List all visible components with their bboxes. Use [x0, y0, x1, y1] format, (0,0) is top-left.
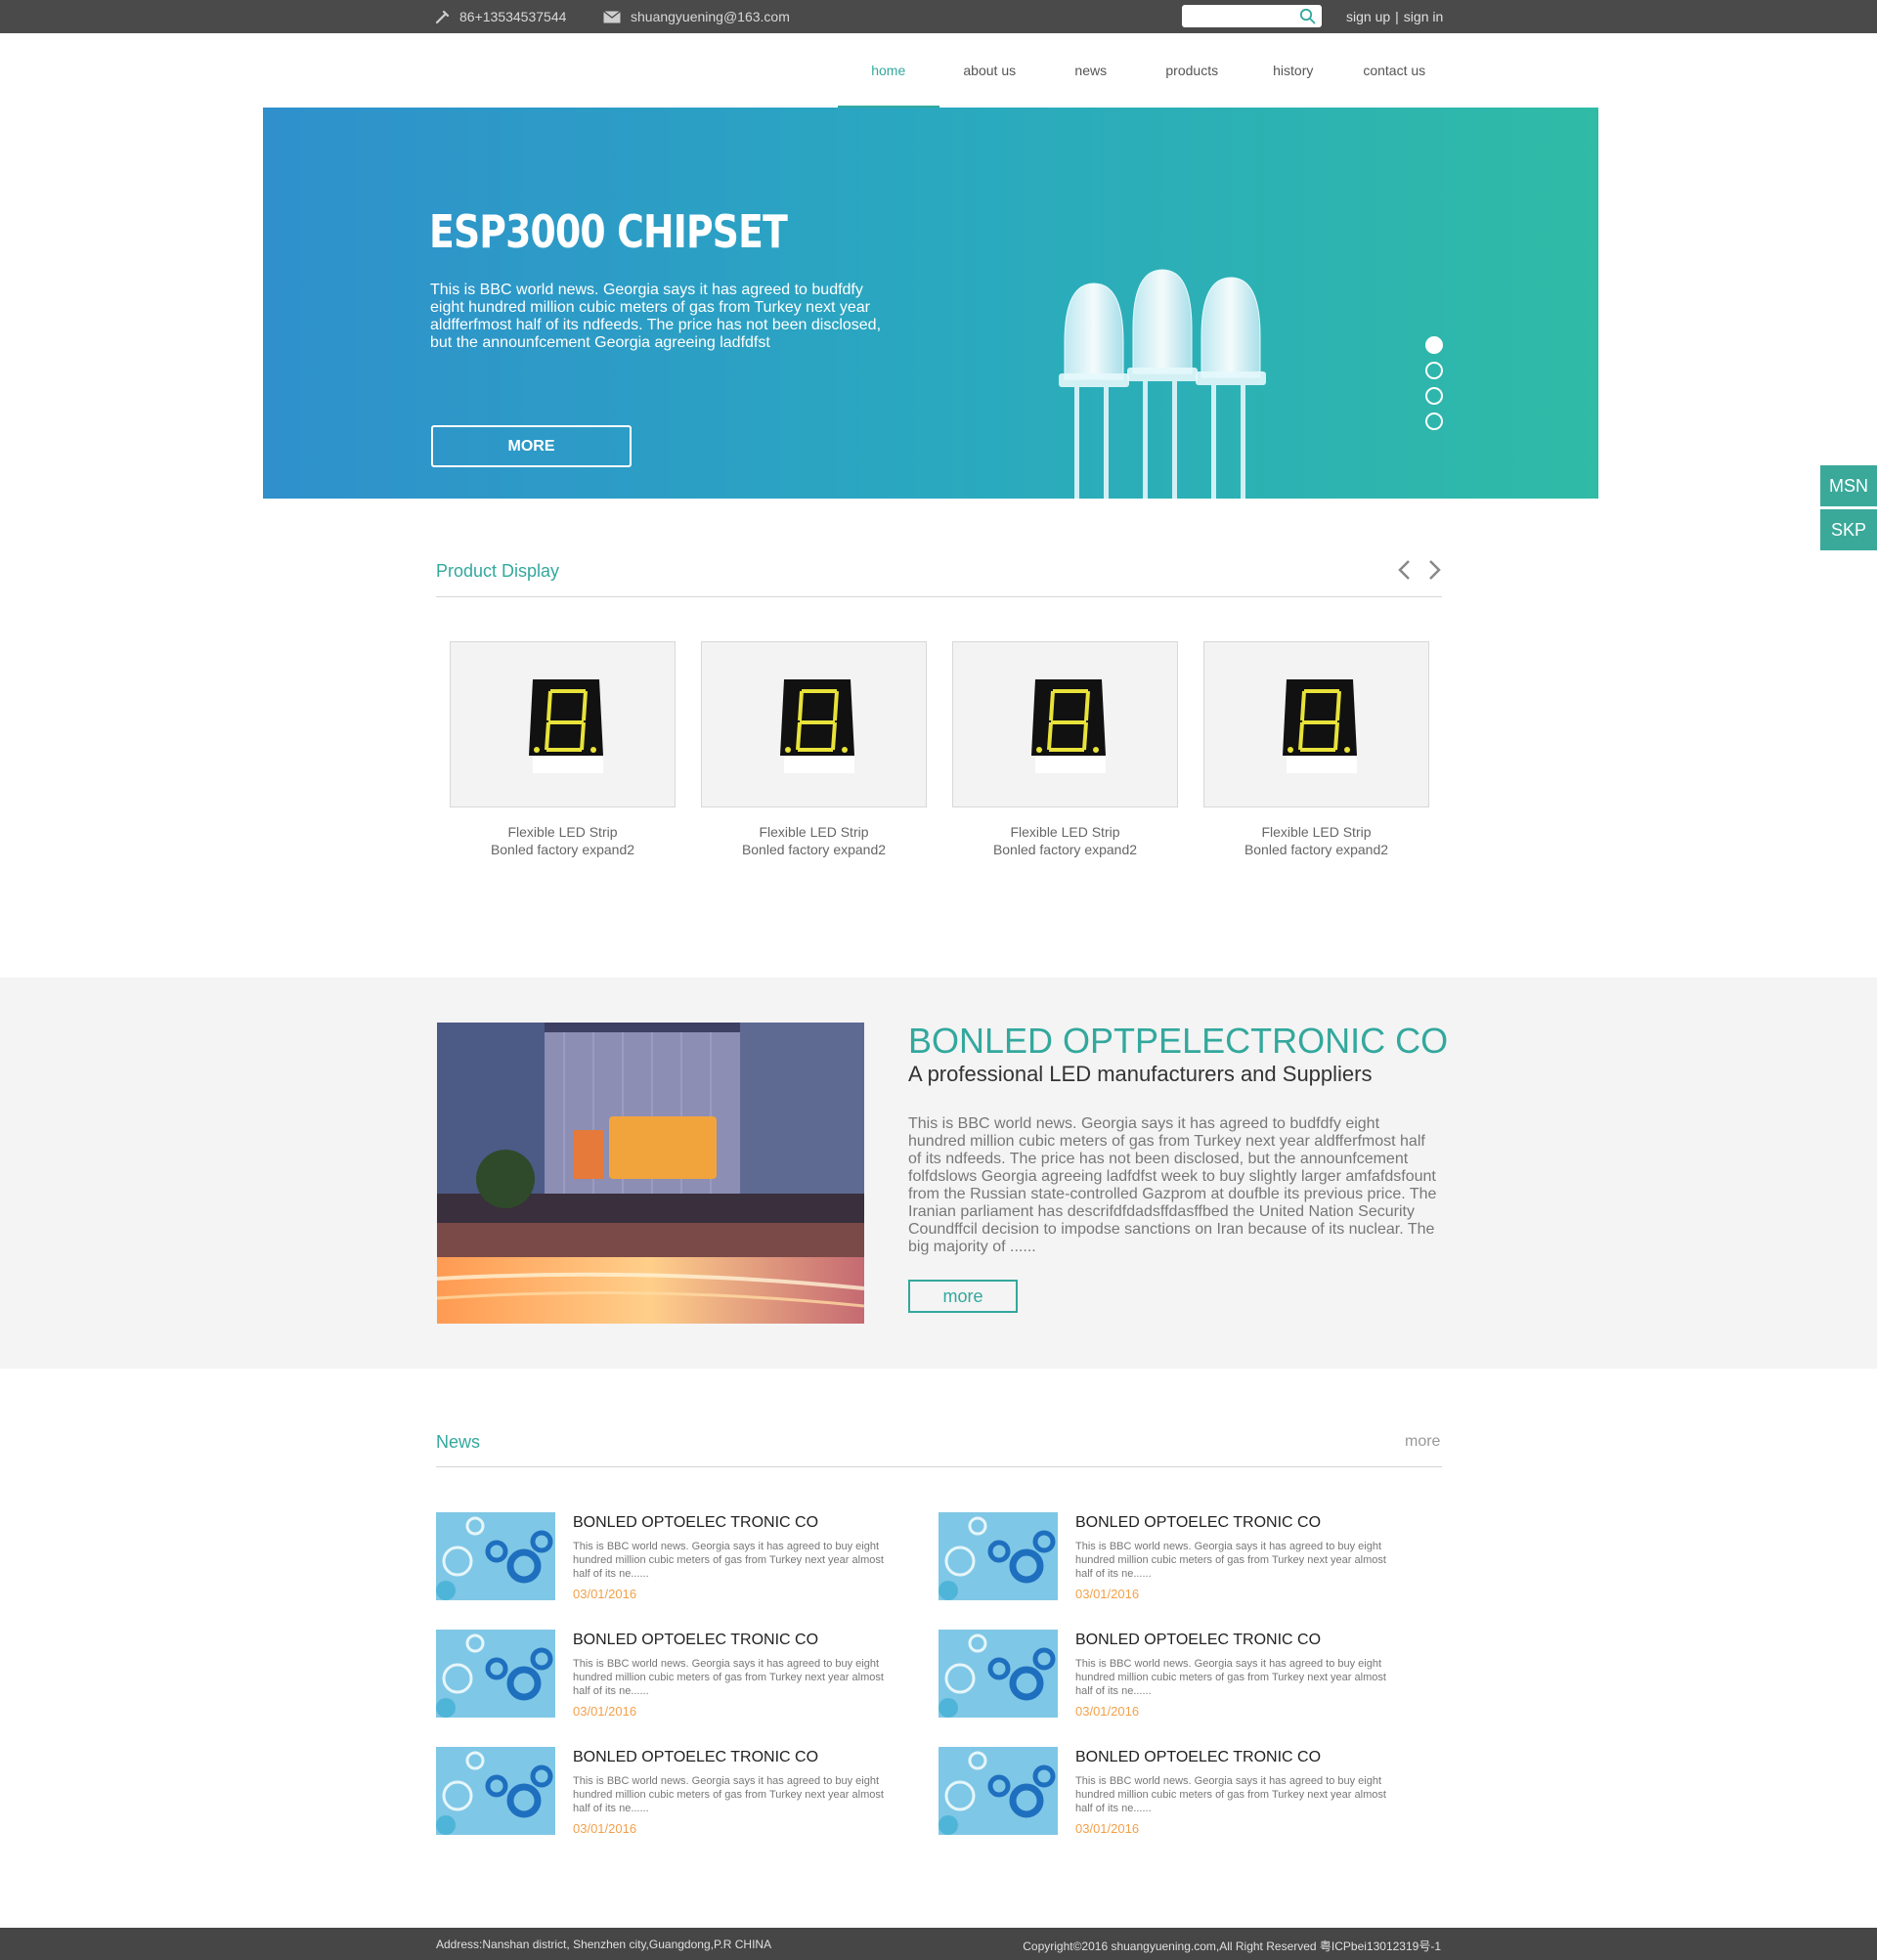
- product-name: Flexible LED Strip: [507, 824, 618, 840]
- nav-news[interactable]: news: [1040, 33, 1142, 108]
- led-3: [1196, 277, 1266, 499]
- news-item[interactable]: BONLED OPTOELEC TRONIC CO This is BBC wo…: [436, 1630, 895, 1719]
- product-name: Flexible LED Strip: [1261, 824, 1372, 840]
- search-icon[interactable]: [1299, 8, 1316, 24]
- product-name: Flexible LED Strip: [1010, 824, 1120, 840]
- news-title: News: [436, 1432, 481, 1452]
- news-date: 03/01/2016: [573, 1821, 637, 1836]
- phone-number: 86+13534537544: [459, 9, 567, 24]
- slider-dots: [1425, 336, 1443, 430]
- led-diodes-image: [1059, 269, 1266, 499]
- nav-home[interactable]: home: [838, 33, 939, 108]
- about-title: BONLED OPTPELECTRONIC CO: [908, 1021, 1449, 1061]
- news-item[interactable]: BONLED OPTOELEC TRONIC CO This is BBC wo…: [436, 1512, 895, 1601]
- news-headline[interactable]: BONLED OPTOELEC TRONIC CO: [573, 1749, 818, 1766]
- news-excerpt: This is BBC world news. Georgia says it …: [1075, 1775, 1386, 1814]
- news-thumbnail: [938, 1747, 1058, 1835]
- product-image: [450, 641, 676, 807]
- news-date: 03/01/2016: [1075, 1704, 1140, 1719]
- news-divider: [436, 1466, 1442, 1467]
- mail-icon: [603, 10, 621, 22]
- chevron-left-icon[interactable]: [1396, 559, 1414, 581]
- main-nav: home about us news products history cont…: [838, 33, 1445, 108]
- led-2: [1127, 269, 1198, 499]
- product-display-divider: [436, 596, 1442, 597]
- phone-icon: [436, 10, 450, 23]
- banner-text: This is BBC world news. Georgia says it …: [430, 282, 882, 351]
- news-excerpt: This is BBC world news. Georgia says it …: [1075, 1541, 1386, 1580]
- about-more-button[interactable]: more: [908, 1280, 1018, 1313]
- news-more-link[interactable]: more: [1405, 1433, 1440, 1451]
- news-thumbnail: [938, 1512, 1058, 1600]
- news-excerpt: This is BBC world news. Georgia says it …: [573, 1775, 884, 1814]
- slider-dot-4[interactable]: [1425, 413, 1443, 430]
- product-subtitle: Bonled factory expand2: [741, 842, 887, 857]
- product-card[interactable]: Flexible LED Strip Bonled factory expand2: [1203, 641, 1429, 858]
- news-date: 03/01/2016: [1075, 1821, 1140, 1836]
- top-bar: 86+13534537544 shuangyuening@163.com sig…: [0, 0, 1877, 33]
- news-headline[interactable]: BONLED OPTOELEC TRONIC CO: [573, 1632, 818, 1649]
- product-card[interactable]: Flexible LED Strip Bonled factory expand2: [701, 641, 927, 858]
- news-date: 03/01/2016: [573, 1704, 637, 1719]
- email-address[interactable]: shuangyuening@163.com: [631, 9, 790, 24]
- product-display-title: Product Display: [436, 561, 560, 581]
- banner-title: ESP3000 CHIPSET: [429, 205, 788, 258]
- search-box: [1182, 5, 1322, 27]
- footer-copyright: Copyright©2016 shuangyuening.com,All Rig…: [1023, 1939, 1441, 1953]
- nav-history[interactable]: history: [1243, 33, 1344, 108]
- footer-address: Address:Nanshan district, Shenzhen city,…: [436, 1938, 772, 1951]
- product-image: [701, 641, 927, 807]
- product-subtitle: Bonled factory expand2: [490, 842, 635, 857]
- sign-up-link[interactable]: sign up: [1346, 9, 1390, 24]
- news-headline[interactable]: BONLED OPTOELEC TRONIC CO: [573, 1514, 818, 1532]
- banner-more-button[interactable]: MORE: [431, 425, 632, 467]
- msn-tab[interactable]: MSN: [1820, 465, 1877, 506]
- auth-links: sign up | sign in: [1346, 0, 1443, 33]
- news-excerpt: This is BBC world news. Georgia says it …: [1075, 1658, 1386, 1697]
- building-image: [437, 1023, 864, 1324]
- slider-dot-3[interactable]: [1425, 387, 1443, 405]
- product-subtitle: Bonled factory expand2: [1244, 842, 1389, 857]
- product-subtitle: Bonled factory expand2: [992, 842, 1138, 857]
- about-text: This is BBC world news. Georgia says it …: [908, 1115, 1437, 1255]
- led-1: [1059, 283, 1129, 499]
- product-image: [1203, 641, 1429, 807]
- footer: Address:Nanshan district, Shenzhen city,…: [0, 1928, 1877, 1960]
- news-item[interactable]: BONLED OPTOELEC TRONIC CO This is BBC wo…: [938, 1630, 1398, 1719]
- news-thumbnail: [938, 1630, 1058, 1718]
- chevron-right-icon[interactable]: [1425, 559, 1443, 581]
- slider-dot-1[interactable]: [1425, 336, 1443, 354]
- news-excerpt: This is BBC world news. Georgia says it …: [573, 1658, 884, 1697]
- news-headline[interactable]: BONLED OPTOELEC TRONIC CO: [1075, 1749, 1321, 1766]
- news-item[interactable]: BONLED OPTOELEC TRONIC CO This is BBC wo…: [938, 1512, 1398, 1601]
- auth-separator: |: [1395, 9, 1399, 24]
- about-subtitle: A professional LED manufacturers and Sup…: [908, 1062, 1373, 1086]
- skp-tab[interactable]: SKP: [1820, 509, 1877, 550]
- sign-in-link[interactable]: sign in: [1404, 9, 1443, 24]
- news-headline[interactable]: BONLED OPTOELEC TRONIC CO: [1075, 1514, 1321, 1532]
- news-excerpt: This is BBC world news. Georgia says it …: [573, 1541, 884, 1580]
- news-thumbnail: [436, 1630, 555, 1718]
- news-item[interactable]: BONLED OPTOELEC TRONIC CO This is BBC wo…: [938, 1747, 1398, 1836]
- nav-products[interactable]: products: [1142, 33, 1244, 108]
- nav-contact-us[interactable]: contact us: [1344, 33, 1446, 108]
- hero-banner: ESP3000 CHIPSET This is BBC world news. …: [263, 108, 1598, 499]
- product-card[interactable]: Flexible LED Strip Bonled factory expand2: [450, 641, 676, 858]
- search-input[interactable]: [1182, 5, 1289, 27]
- news-date: 03/01/2016: [573, 1587, 637, 1601]
- news-thumbnail: [436, 1747, 555, 1835]
- news-item[interactable]: BONLED OPTOELEC TRONIC CO This is BBC wo…: [436, 1747, 895, 1836]
- news-date: 03/01/2016: [1075, 1587, 1140, 1601]
- nav-about-us[interactable]: about us: [939, 33, 1041, 108]
- product-card[interactable]: Flexible LED Strip Bonled factory expand2: [952, 641, 1178, 858]
- phone-contact: 86+13534537544: [436, 0, 566, 33]
- product-image: [952, 641, 1178, 807]
- news-thumbnail: [436, 1512, 555, 1600]
- slider-dot-2[interactable]: [1425, 362, 1443, 379]
- news-headline[interactable]: BONLED OPTOELEC TRONIC CO: [1075, 1632, 1321, 1649]
- email-contact: shuangyuening@163.com: [603, 0, 790, 33]
- about-section: BONLED OPTPELECTRONIC CO A professional …: [0, 978, 1877, 1369]
- product-name: Flexible LED Strip: [759, 824, 869, 840]
